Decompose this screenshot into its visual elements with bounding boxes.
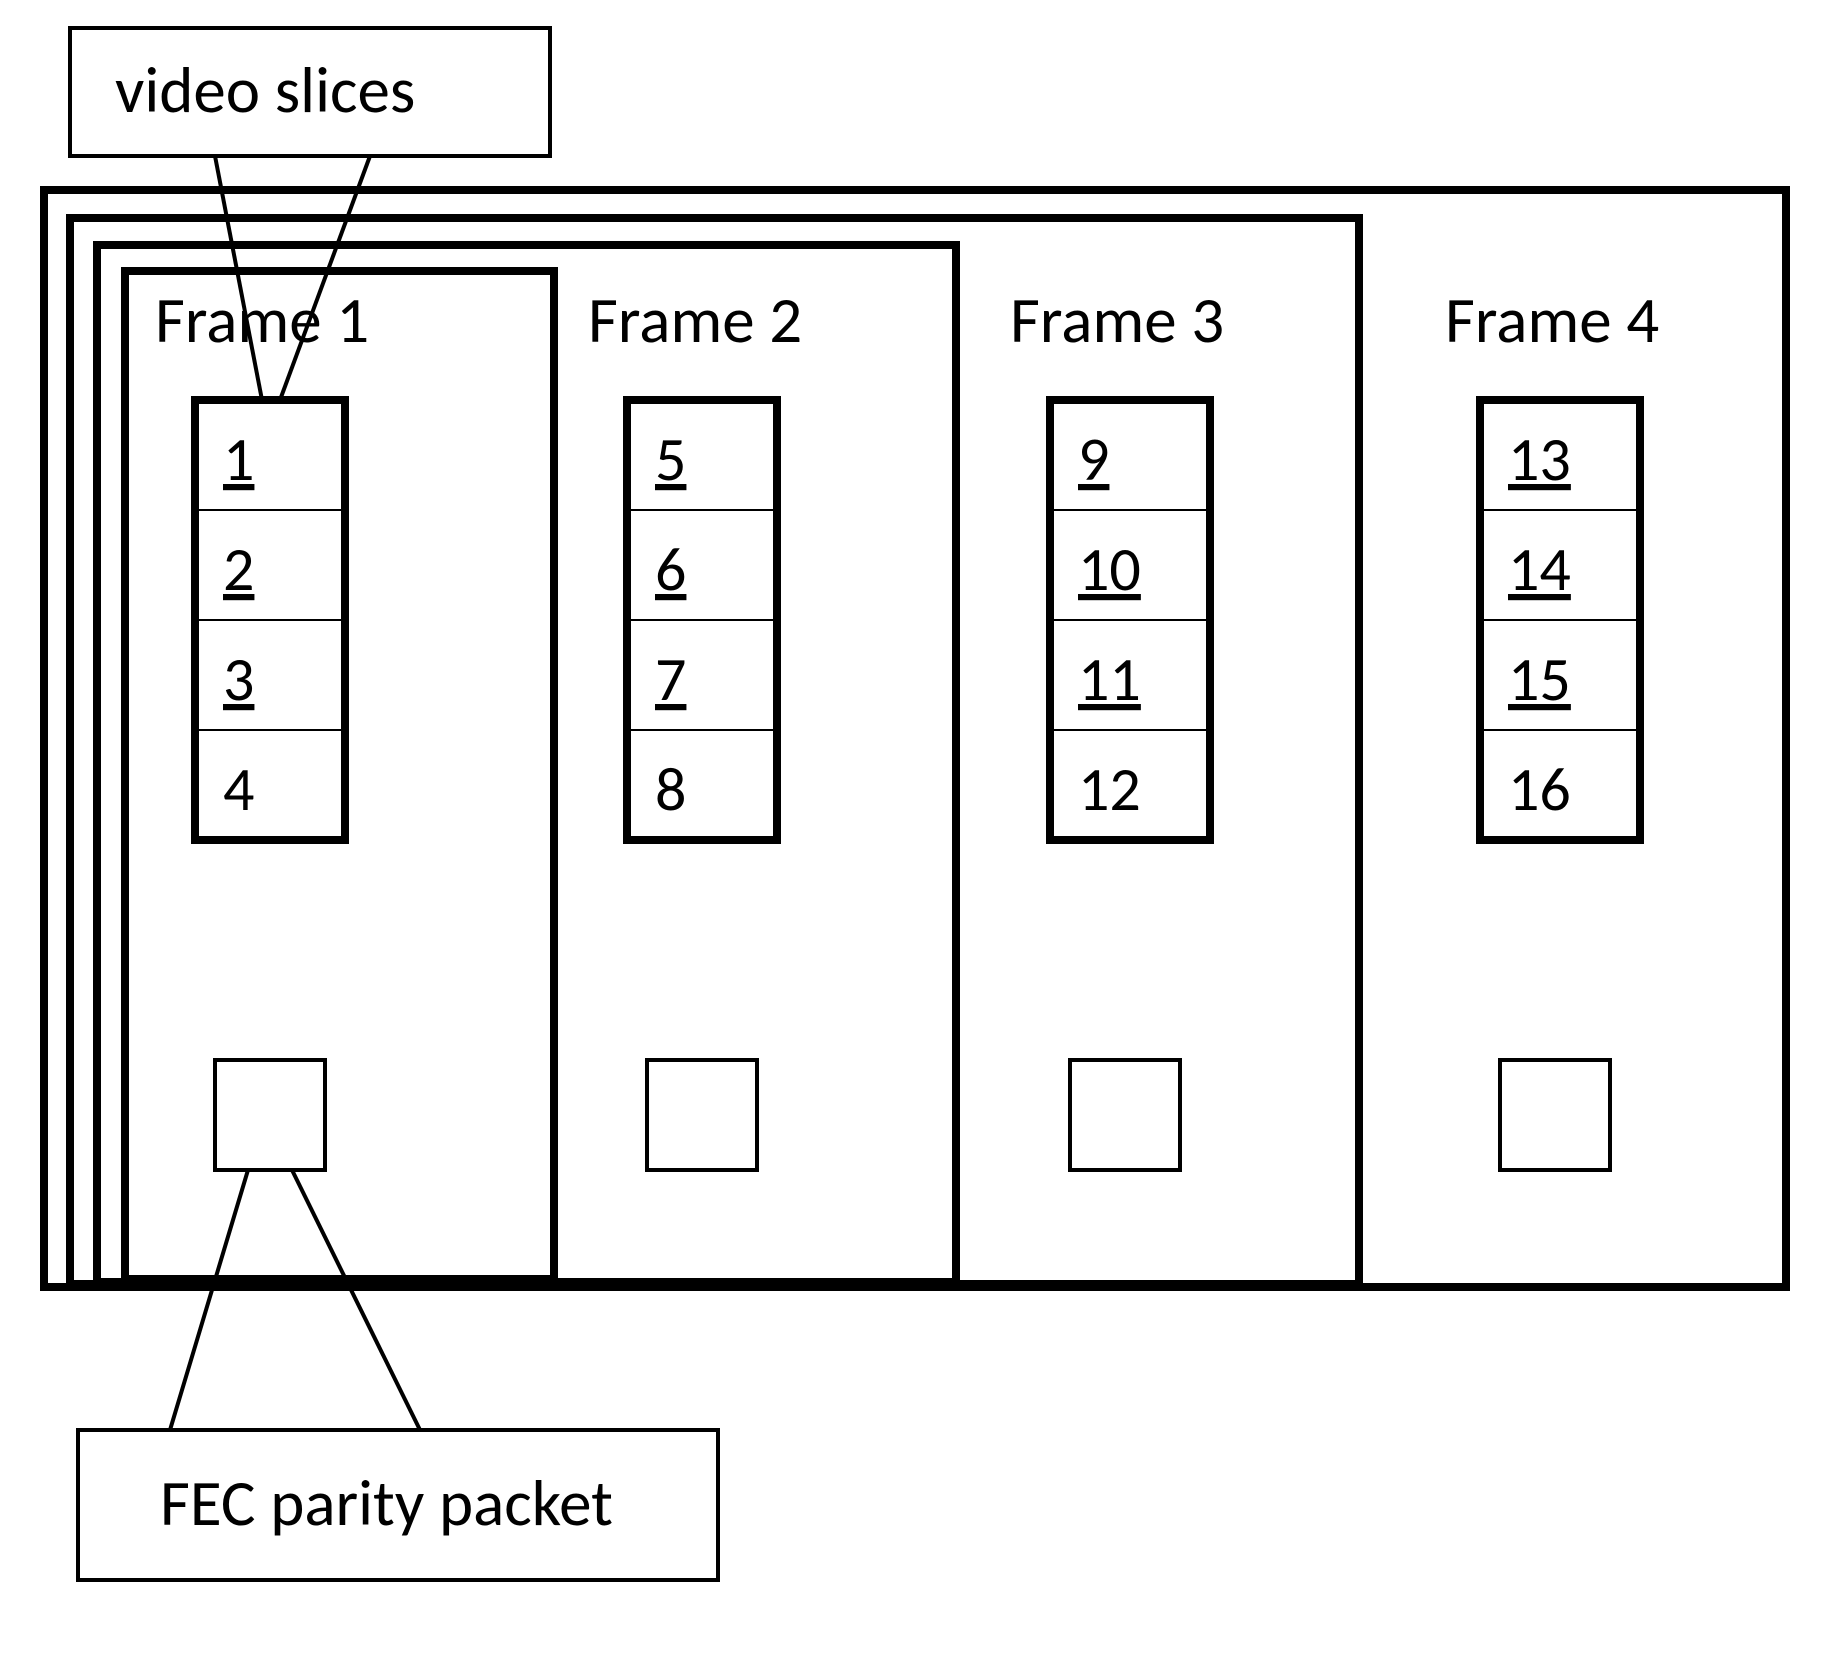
frame-3-title: Frame 3 xyxy=(1010,281,1224,360)
slice-number: 10 xyxy=(1078,531,1141,607)
slice-number: 3 xyxy=(223,641,254,717)
diagram-canvas: Frame 1 Frame 2 Frame 3 Frame 4 1 2 3 4 … xyxy=(0,0,1828,1665)
slice-number: 12 xyxy=(1078,751,1141,827)
slice-number: 7 xyxy=(655,641,686,717)
slice-number: 11 xyxy=(1078,641,1141,717)
frame-2-title: Frame 2 xyxy=(588,281,802,360)
slice-number: 9 xyxy=(1078,421,1109,497)
slice-number: 16 xyxy=(1508,751,1571,827)
slice-number: 6 xyxy=(655,531,686,607)
fec-parity-icon xyxy=(1070,1060,1180,1170)
frame-1-slices: 1 2 3 4 xyxy=(195,400,345,840)
fec-parity-icon xyxy=(647,1060,757,1170)
group-outer-1 xyxy=(125,271,554,1279)
callout-line xyxy=(170,1170,248,1430)
frame-2-slices: 5 6 7 8 xyxy=(627,400,777,840)
slice-number: 2 xyxy=(223,531,254,607)
slice-number: 8 xyxy=(655,751,686,827)
slice-number: 14 xyxy=(1508,531,1571,607)
frame-3-slices: 9 10 11 12 xyxy=(1050,400,1210,840)
slice-number: 4 xyxy=(223,751,254,827)
slice-number: 5 xyxy=(655,421,686,497)
frame-1-title: Frame 1 xyxy=(155,281,369,360)
callout-line xyxy=(292,1170,420,1430)
fec-parity-icon xyxy=(1500,1060,1610,1170)
frame-4-title: Frame 4 xyxy=(1445,281,1659,360)
slice-number: 1 xyxy=(223,421,254,497)
fec-parity-icon xyxy=(215,1060,325,1170)
group-outer-3 xyxy=(70,218,1359,1284)
slice-number: 13 xyxy=(1508,421,1571,497)
slice-number: 15 xyxy=(1508,641,1571,717)
fec-parity-label: FEC parity packet xyxy=(160,1464,613,1543)
frame-4-slices: 13 14 15 16 xyxy=(1480,400,1640,840)
video-slices-label: video slices xyxy=(115,51,415,130)
